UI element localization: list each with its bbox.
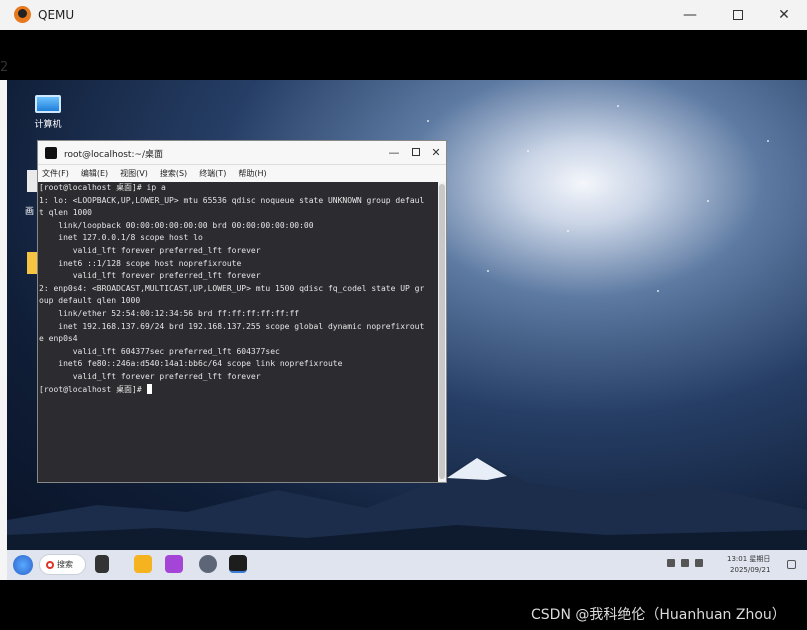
terminal-line: inet 192.168.137.69/24 brd 192.168.137.2…	[39, 321, 425, 331]
terminal-line: valid_lft forever preferred_lft forever	[39, 271, 261, 281]
terminal-line: oup default qlen 1000	[39, 296, 141, 306]
menu-view[interactable]: 视图(V)	[120, 168, 148, 179]
taskbar-search[interactable]: 搜索	[39, 554, 86, 575]
clock-time: 13:01 星期日	[727, 555, 771, 563]
host-edge-glyph: 2	[0, 60, 7, 75]
qemu-titlebar[interactable]: QEMU — ✕	[0, 0, 807, 30]
qemu-close-button[interactable]: ✕	[761, 0, 807, 30]
display-letterbox-top	[0, 30, 807, 80]
volume-icon[interactable]	[695, 559, 703, 567]
watermark: CSDN @我科绝伦（Huanhuan Zhou）	[531, 607, 786, 623]
taskbar-search-label: 搜索	[57, 560, 73, 569]
qemu-window: QEMU — ✕ 2 计算机 画 root@localhost:~/桌面 — ✕…	[0, 0, 807, 630]
desktop-icon-computer[interactable]: 计算机	[27, 95, 69, 130]
terminal-prompt-line[interactable]: [root@localhost 桌面]#	[39, 384, 438, 397]
desktop-icon-partial-label: 画	[25, 207, 35, 217]
start-menu-button[interactable]	[13, 555, 33, 575]
star	[487, 270, 489, 272]
terminal-line: valid_lft forever preferred_lft forever	[39, 371, 261, 381]
terminal-output[interactable]: [root@localhost 桌面]# ip a 1: lo: <LOOPBA…	[38, 182, 438, 482]
terminal-prompt: [root@localhost 桌面]#	[39, 384, 147, 394]
terminal-line: 2: enp0s4: <BROADCAST,MULTICAST,UP,LOWER…	[39, 283, 425, 293]
terminal-cursor	[146, 384, 152, 394]
qemu-maximize-button[interactable]	[715, 0, 761, 30]
terminal-line: valid_lft 604377sec preferred_lft 604377…	[39, 346, 280, 356]
settings-icon[interactable]	[199, 555, 217, 573]
terminal-line: valid_lft forever preferred_lft forever	[39, 245, 261, 255]
tray-icon[interactable]	[667, 559, 675, 567]
computer-icon	[35, 95, 61, 113]
search-icon	[46, 560, 54, 569]
star	[567, 230, 569, 232]
star	[427, 120, 429, 122]
terminal-line: e enp0s4	[39, 334, 78, 344]
terminal-title: root@localhost:~/桌面	[64, 150, 164, 160]
host-window-edge	[0, 80, 7, 580]
terminal-window[interactable]: root@localhost:~/桌面 — ✕ 文件(F) 编辑(E) 视图(V…	[37, 140, 447, 483]
maximize-icon	[733, 10, 743, 20]
star	[527, 150, 529, 152]
menu-file[interactable]: 文件(F)	[42, 168, 69, 179]
menu-help[interactable]: 帮助(H)	[238, 168, 266, 179]
qemu-minimize-button[interactable]: —	[667, 0, 713, 30]
terminal-close-button[interactable]: ✕	[428, 145, 444, 161]
scrollbar-thumb[interactable]	[439, 184, 445, 479]
terminal-line: 1: lo: <LOOPBACK,UP,LOWER_UP> mtu 65536 …	[39, 195, 425, 205]
notification-icon[interactable]	[787, 560, 796, 569]
terminal-maximize-button[interactable]	[408, 145, 424, 161]
desktop-icon-label: 计算机	[34, 120, 62, 130]
taskbar-clock[interactable]: 13:01 星期日 2025/09/21	[727, 554, 770, 576]
star	[657, 290, 659, 292]
terminal-taskbar-icon[interactable]	[229, 555, 247, 573]
terminal-line: inet6 fe80::246a:d540:14a1:bb6c/64 scope…	[39, 359, 343, 369]
guest-desktop[interactable]: 计算机 画 root@localhost:~/桌面 — ✕ 文件(F) 编辑(E…	[7, 80, 807, 550]
guest-taskbar: 搜索 13:01 星期日 2025/09/21	[7, 550, 807, 580]
terminal-line: link/ether 52:54:00:12:34:56 brd ff:ff:f…	[39, 308, 300, 318]
terminal-icon	[45, 147, 57, 159]
terminal-menubar: 文件(F) 编辑(E) 视图(V) 搜索(S) 终端(T) 帮助(H)	[38, 165, 446, 182]
menu-edit[interactable]: 编辑(E)	[81, 168, 108, 179]
multitask-view-icon[interactable]	[95, 555, 109, 573]
menu-terminal[interactable]: 终端(T)	[199, 168, 226, 179]
qemu-logo-icon	[14, 6, 31, 23]
system-tray	[667, 559, 703, 567]
star	[767, 140, 769, 142]
terminal-line: [root@localhost 桌面]# ip a	[39, 183, 166, 192]
terminal-line: inet6 ::1/128 scope host noprefixroute	[39, 258, 242, 268]
terminal-minimize-button[interactable]: —	[386, 145, 402, 161]
tray-icon[interactable]	[681, 559, 689, 567]
qemu-window-title: QEMU	[38, 8, 75, 22]
star	[707, 200, 709, 202]
menu-search[interactable]: 搜索(S)	[160, 168, 187, 179]
terminal-titlebar[interactable]: root@localhost:~/桌面 — ✕	[38, 141, 446, 165]
terminal-line: link/loopback 00:00:00:00:00:00 brd 00:0…	[39, 220, 314, 230]
file-manager-icon[interactable]	[134, 555, 152, 573]
maximize-icon	[412, 148, 420, 156]
app-store-icon[interactable]	[165, 555, 183, 573]
clock-date: 2025/09/21	[730, 566, 771, 574]
star	[617, 105, 619, 107]
terminal-scrollbar[interactable]	[438, 182, 446, 482]
terminal-line: inet 127.0.0.1/8 scope host lo	[39, 233, 203, 243]
terminal-line: t qlen 1000	[39, 208, 92, 218]
